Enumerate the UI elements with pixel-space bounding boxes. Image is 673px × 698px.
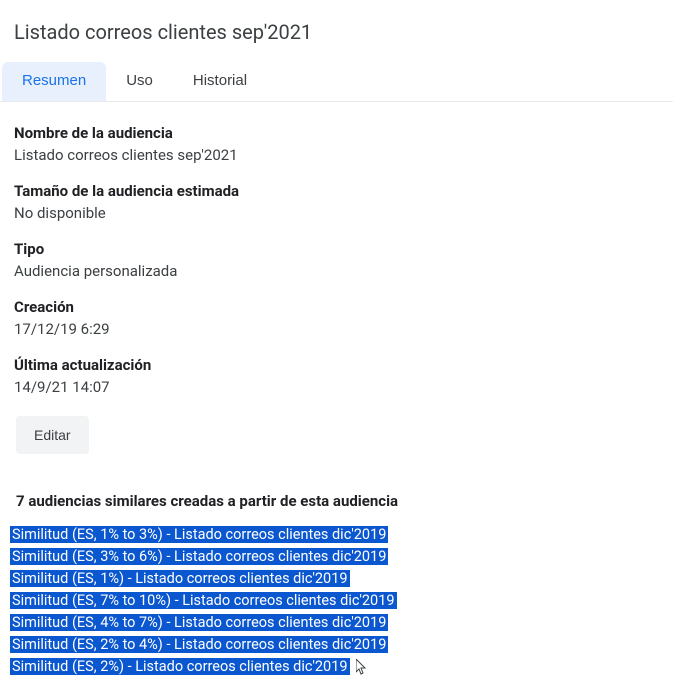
similar-audience-text: Similitud (ES, 2% to 4%) - Listado corre… [10, 636, 388, 653]
field-created-value: 17/12/19 6:29 [14, 320, 673, 338]
summary-panel: Nombre de la audiencia Listado correos c… [12, 102, 673, 677]
tabs-bar: Resumen Uso Historial [0, 62, 673, 102]
tab-uso[interactable]: Uso [106, 62, 173, 101]
field-updated: Última actualización 14/9/21 14:07 [14, 356, 673, 396]
similar-audience-text: Similitud (ES, 1% to 3%) - Listado corre… [10, 526, 388, 543]
field-size-value: No disponible [14, 204, 673, 222]
similar-audience-text: Similitud (ES, 2%) - Listado correos cli… [10, 658, 350, 675]
similar-audiences-heading: 7 audiencias similares creadas a partir … [16, 492, 673, 510]
tab-historial[interactable]: Historial [173, 62, 267, 101]
similar-audience-link[interactable]: Similitud (ES, 1% to 3%) - Listado corre… [10, 524, 673, 545]
field-size-label: Tamaño de la audiencia estimada [14, 182, 673, 200]
field-created: Creación 17/12/19 6:29 [14, 298, 673, 338]
edit-button[interactable]: Editar [16, 416, 89, 454]
similar-audience-link[interactable]: Similitud (ES, 3% to 6%) - Listado corre… [10, 546, 673, 567]
similar-audience-text: Similitud (ES, 7% to 10%) - Listado corr… [10, 592, 397, 609]
field-updated-label: Última actualización [14, 356, 673, 374]
cursor-icon [356, 659, 368, 675]
similar-audience-text: Similitud (ES, 3% to 6%) - Listado corre… [10, 548, 388, 565]
similar-audience-link[interactable]: Similitud (ES, 7% to 10%) - Listado corr… [10, 590, 673, 611]
field-created-label: Creación [14, 298, 673, 316]
similar-audience-text: Similitud (ES, 4% to 7%) - Listado corre… [10, 614, 388, 631]
similar-audience-link[interactable]: Similitud (ES, 2% to 4%) - Listado corre… [10, 634, 673, 655]
similar-audience-text: Similitud (ES, 1%) - Listado correos cli… [10, 570, 350, 587]
field-size: Tamaño de la audiencia estimada No dispo… [14, 182, 673, 222]
page-title: Listado correos clientes sep'2021 [12, 16, 673, 62]
similar-audience-link[interactable]: Similitud (ES, 1%) - Listado correos cli… [10, 568, 673, 589]
field-name-label: Nombre de la audiencia [14, 124, 673, 142]
similar-audiences-list: Similitud (ES, 1% to 3%) - Listado corre… [10, 524, 673, 677]
field-type: Tipo Audiencia personalizada [14, 240, 673, 280]
field-type-value: Audiencia personalizada [14, 262, 673, 280]
tab-resumen[interactable]: Resumen [2, 62, 106, 101]
field-name: Nombre de la audiencia Listado correos c… [14, 124, 673, 164]
similar-audience-link[interactable]: Similitud (ES, 4% to 7%) - Listado corre… [10, 612, 673, 633]
field-type-label: Tipo [14, 240, 673, 258]
field-name-value: Listado correos clientes sep'2021 [14, 146, 673, 164]
field-updated-value: 14/9/21 14:07 [14, 378, 673, 396]
similar-audience-link[interactable]: Similitud (ES, 2%) - Listado correos cli… [10, 656, 673, 677]
